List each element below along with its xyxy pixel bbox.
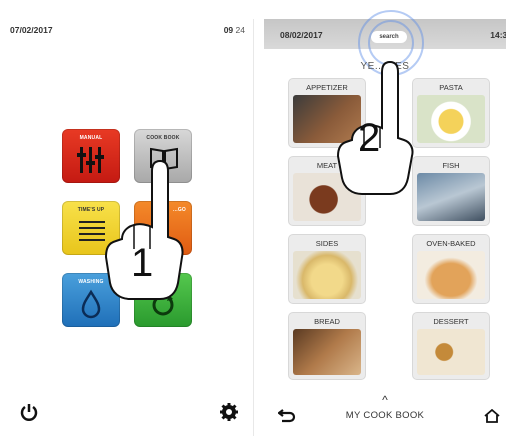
category-label: OVEN-BAKED <box>426 239 476 248</box>
category-label: SIDES <box>315 239 339 248</box>
main-menu-screen: 07/02/2017 09 24 MANUAL COOK BOOK TIME'S… <box>0 19 254 436</box>
cook-book-screen: 08/02/2017 search 14:38 YE...IPES APPETI… <box>264 8 506 436</box>
gear-icon[interactable] <box>220 403 238 426</box>
back-icon[interactable] <box>277 409 296 428</box>
bread-photo <box>293 329 361 375</box>
chevron-up-icon[interactable]: ^ <box>264 393 506 407</box>
cook-book-label: COOK BOOK <box>146 135 180 141</box>
bottom-bar: ^ MY COOK BOOK <box>264 380 506 436</box>
power-icon[interactable] <box>20 403 38 426</box>
status-date: 07/02/2017 <box>10 25 53 35</box>
time-hours: 09 <box>223 25 234 35</box>
pasta-photo <box>417 95 485 143</box>
sides-photo <box>293 251 361 299</box>
home-icon[interactable] <box>484 408 500 428</box>
manual-label: MANUAL <box>79 135 103 141</box>
status-date: 08/02/2017 <box>280 30 323 40</box>
status-bar: 07/02/2017 09 24 <box>0 19 253 43</box>
my-cook-book-label[interactable]: MY COOK BOOK <box>264 410 506 421</box>
category-oven-baked[interactable]: OVEN-BAKED <box>412 234 490 304</box>
status-time: 09 24 <box>224 25 245 35</box>
category-sides[interactable]: SIDES <box>288 234 366 304</box>
status-time: 14:38 <box>490 30 506 40</box>
touch-hand-callout-2 <box>336 60 414 195</box>
step-1-number: 1 <box>131 241 154 285</box>
time-seconds: 24 <box>235 25 245 35</box>
step-2-number: 2 <box>358 116 381 160</box>
fish-photo <box>417 173 485 221</box>
category-label: BREAD <box>314 317 340 326</box>
category-bread[interactable]: BREAD <box>288 312 366 380</box>
category-dessert[interactable]: DESSERT <box>412 312 490 380</box>
dessert-photo <box>417 329 485 375</box>
category-label: DESSERT <box>433 317 469 326</box>
oven-baked-photo <box>417 251 485 299</box>
